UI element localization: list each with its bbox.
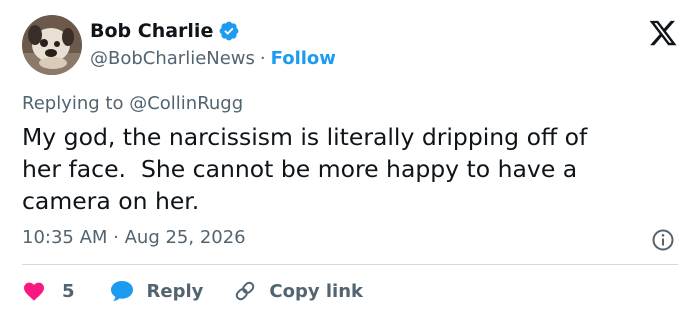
link-icon <box>236 281 255 301</box>
like-button[interactable]: 5 <box>22 279 75 303</box>
avatar[interactable] <box>22 15 82 75</box>
action-bar: 5 Reply Copy link <box>22 278 363 304</box>
handle-row: @BobCharlieNews · Follow <box>90 48 336 69</box>
heart-icon <box>24 282 44 301</box>
copy-link-button[interactable]: Copy link <box>233 279 363 303</box>
speech-bubble-icon <box>110 281 133 301</box>
divider <box>22 264 678 265</box>
author-row: Bob Charlie <box>90 20 240 42</box>
tweet-timestamp[interactable]: 10:35 AM · Aug 25, 2026 <box>22 227 246 248</box>
tweet-text: My god, the narcissism is literally drip… <box>22 123 588 215</box>
author-name[interactable]: Bob Charlie <box>90 20 213 42</box>
x-logo-icon[interactable] <box>648 18 678 48</box>
reply-button[interactable]: Reply <box>109 279 204 303</box>
copy-link-label: Copy link <box>269 280 363 302</box>
info-icon[interactable] <box>651 228 675 252</box>
reply-label: Reply <box>146 280 204 302</box>
like-count: 5 <box>62 280 75 302</box>
separator-dot: · <box>259 48 266 69</box>
replying-to: Replying to @CollinRugg <box>22 93 244 114</box>
verified-badge-icon <box>219 21 239 41</box>
author-handle[interactable]: @BobCharlieNews <box>90 48 255 69</box>
follow-button[interactable]: Follow <box>271 48 336 69</box>
